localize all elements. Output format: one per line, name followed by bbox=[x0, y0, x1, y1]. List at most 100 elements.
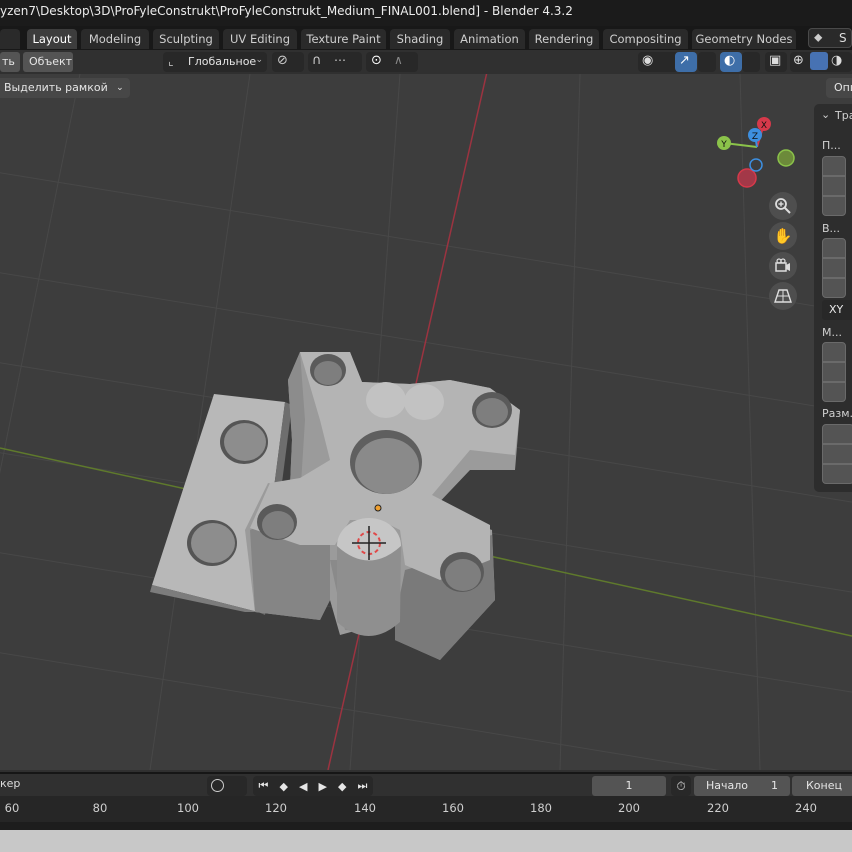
end-frame-label: Конец bbox=[806, 779, 842, 792]
dimension-x-field[interactable] bbox=[822, 424, 852, 444]
transform-orientation-dropdown[interactable]: ⌞ Глобальное ⌄ bbox=[163, 52, 267, 72]
menu-fragment[interactable] bbox=[0, 29, 20, 49]
camera-view-icon[interactable] bbox=[769, 252, 797, 280]
proportional-edit-toggle[interactable]: ⊙ ∧ bbox=[366, 52, 418, 72]
tab-compositing[interactable]: Compositing bbox=[603, 29, 688, 49]
collapse-chevron-icon[interactable]: ⌄ bbox=[821, 108, 830, 121]
gizmo-toggle[interactable]: ↗ bbox=[675, 52, 697, 72]
keying-dropdown[interactable] bbox=[207, 776, 247, 796]
scale-x-field[interactable] bbox=[822, 342, 846, 362]
rotation-y-field[interactable] bbox=[822, 258, 846, 278]
visibility-dropdown[interactable]: ◉ bbox=[638, 52, 678, 72]
profile-boss bbox=[404, 384, 444, 420]
ruler-tick: 120 bbox=[265, 801, 287, 815]
profile-mesh[interactable] bbox=[150, 352, 520, 660]
window-title: yzen7\Desktop\3D\ProFyleConstrukt\ProFyl… bbox=[0, 4, 573, 18]
play-icon[interactable]: ▶ bbox=[319, 780, 327, 793]
tab-texture-paint[interactable]: Texture Paint bbox=[301, 29, 386, 49]
object-origin bbox=[374, 504, 382, 512]
tab-geometry-nodes[interactable]: Geometry Nodes bbox=[692, 29, 796, 49]
tab-modeling[interactable]: Modeling bbox=[81, 29, 149, 49]
ruler-tick: 240 bbox=[795, 801, 817, 815]
location-x-field[interactable] bbox=[822, 156, 846, 176]
tab-shading[interactable]: Shading bbox=[390, 29, 450, 49]
xray-toggle[interactable]: ▣ bbox=[765, 52, 787, 72]
next-keyframe-icon[interactable]: ◆ bbox=[338, 780, 346, 793]
gizmo-icon: ↗ bbox=[679, 53, 690, 68]
shading-modes[interactable]: ⊕ ◑ bbox=[790, 52, 852, 72]
stopwatch-icon[interactable]: ⏱ bbox=[671, 776, 691, 796]
scale-z-field[interactable] bbox=[822, 382, 846, 402]
pivot-icon: ⊘ bbox=[277, 53, 288, 68]
mode-menu[interactable]: ть bbox=[0, 52, 20, 72]
options-button[interactable]: Опц bbox=[826, 78, 852, 98]
start-frame-field[interactable]: Начало 1 bbox=[694, 776, 790, 796]
tab-rendering[interactable]: Rendering bbox=[529, 29, 599, 49]
gizmo-z-label: Z bbox=[752, 132, 758, 142]
chevron-down-icon: ⌄ bbox=[116, 83, 124, 93]
snap-target-icon: ⋯ bbox=[334, 53, 346, 67]
timeline-header: кер ⏮ ◆ ◀ ▶ ◆ ⏭ 1 ⏱ Начало 1 Конец bbox=[0, 772, 852, 796]
rotation-mode-dropdown[interactable]: XY bbox=[822, 300, 852, 320]
workspace-tabs-bar: Layout Modeling Sculpting UV Editing Tex… bbox=[0, 26, 852, 50]
record-icon bbox=[211, 779, 224, 792]
ruler-tick: 140 bbox=[354, 801, 376, 815]
tab-animation[interactable]: Animation bbox=[454, 29, 525, 49]
snap-magnet-icon: ∩ bbox=[312, 53, 322, 68]
jump-start-icon[interactable]: ⏮ bbox=[259, 779, 269, 793]
location-y-field[interactable] bbox=[822, 176, 846, 196]
select-box-label: Выделить рамкой bbox=[4, 81, 108, 94]
ruler-tick: 100 bbox=[177, 801, 199, 815]
3d-viewport[interactable]: X Y Z bbox=[0, 74, 852, 770]
prev-keyframe-icon[interactable]: ◆ bbox=[279, 780, 287, 793]
scene-selector[interactable]: ⬥ S bbox=[808, 28, 852, 48]
snap-toggle[interactable]: ∩ ⋯ bbox=[308, 52, 362, 72]
scene-icon: ⬥ bbox=[814, 30, 823, 44]
scene-selector-label: S bbox=[839, 31, 847, 45]
pan-hand-icon[interactable]: ✋ bbox=[769, 222, 797, 250]
dimension-z-field[interactable] bbox=[822, 464, 852, 484]
overlay-toggle[interactable]: ◐ bbox=[720, 52, 742, 72]
overlay-dropdown[interactable] bbox=[742, 52, 760, 72]
dimension-y-field[interactable] bbox=[822, 444, 852, 464]
scale-y-field[interactable] bbox=[822, 362, 846, 382]
shading-material-icon: ◑ bbox=[831, 53, 843, 68]
zoom-icon[interactable] bbox=[769, 192, 797, 220]
location-z-field[interactable] bbox=[822, 196, 846, 216]
ruler-tick: 180 bbox=[530, 801, 552, 815]
transform-section-title[interactable]: Тра bbox=[835, 109, 852, 122]
timeline-body[interactable] bbox=[0, 822, 852, 830]
tab-sculpting[interactable]: Sculpting bbox=[153, 29, 219, 49]
ruler-tick: 220 bbox=[707, 801, 729, 815]
rotation-x-field[interactable] bbox=[822, 238, 846, 258]
play-reverse-icon[interactable]: ◀ bbox=[299, 780, 307, 793]
dimensions-label: Разм. bbox=[822, 407, 852, 420]
status-bar bbox=[0, 830, 852, 852]
falloff-icon: ∧ bbox=[394, 53, 403, 67]
perspective-grid-icon[interactable] bbox=[769, 282, 797, 310]
navigation-gizmo[interactable]: X Y Z bbox=[717, 117, 795, 188]
select-box-dropdown[interactable]: Выделить рамкой ⌄ bbox=[0, 78, 130, 98]
rotation-z-field[interactable] bbox=[822, 278, 846, 298]
current-frame-field[interactable]: 1 bbox=[592, 776, 666, 796]
object-menu[interactable]: Объект bbox=[23, 52, 73, 72]
tab-uv-editing[interactable]: UV Editing bbox=[223, 29, 297, 49]
xray-icon: ▣ bbox=[769, 53, 782, 68]
scale-label: М... bbox=[822, 326, 842, 339]
tab-layout[interactable]: Layout bbox=[27, 29, 77, 49]
gizmo-dropdown[interactable] bbox=[698, 52, 716, 72]
profile-boss bbox=[366, 382, 406, 418]
end-frame-field[interactable]: Конец bbox=[792, 776, 852, 796]
orientation-label: Глобальное bbox=[188, 55, 257, 68]
pivot-point-dropdown[interactable]: ⊘ bbox=[272, 52, 304, 72]
jump-end-icon[interactable]: ⏭ bbox=[358, 779, 368, 793]
rotation-label: В... bbox=[822, 222, 841, 235]
orientation-axes-icon: ⌞ bbox=[168, 54, 174, 68]
timeline-ruler[interactable]: 60 80 100 120 140 160 180 200 220 240 bbox=[0, 796, 852, 822]
marker-menu[interactable]: кер bbox=[0, 777, 20, 790]
proportional-edit-icon: ⊙ bbox=[371, 53, 382, 68]
viewport-canvas[interactable]: X Y Z bbox=[0, 74, 852, 770]
ruler-tick: 80 bbox=[92, 801, 108, 815]
ruler-tick: 60 bbox=[4, 801, 20, 815]
start-frame-value: 1 bbox=[771, 779, 778, 792]
